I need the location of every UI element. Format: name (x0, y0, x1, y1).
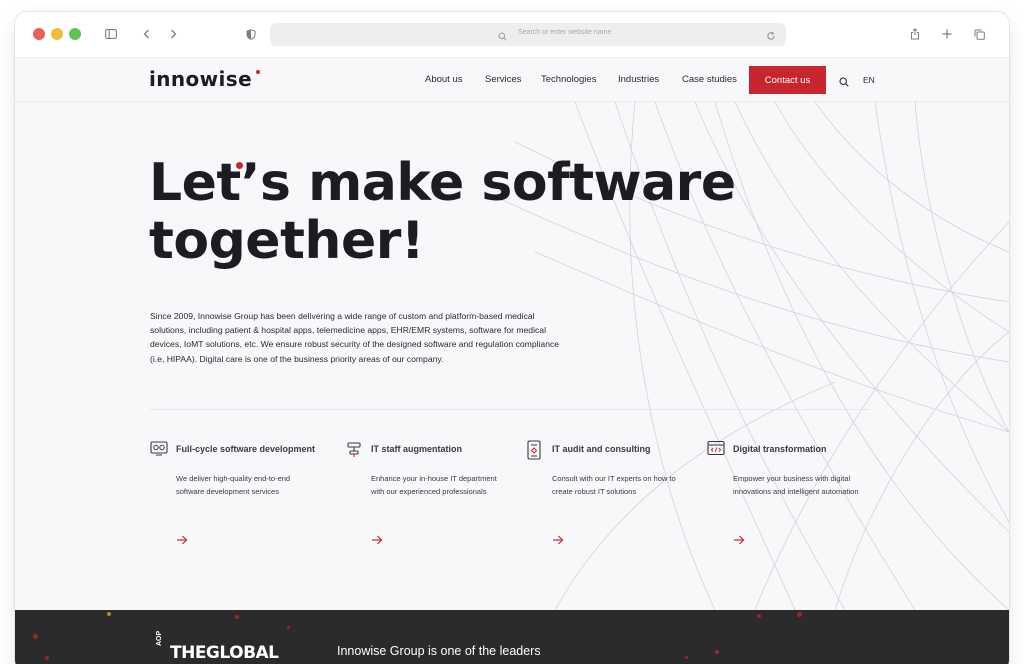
leaders-heading: Innowise Group is one of the leaders (337, 644, 541, 658)
reload-icon[interactable] (766, 28, 776, 46)
leaders-banner: AOP THEGLOBAL Innowise Group is one of t… (15, 610, 1009, 664)
sparkle-dot (287, 626, 290, 629)
sparkle-dot (757, 614, 761, 618)
minimize-window-button[interactable] (51, 28, 63, 40)
contact-us-button[interactable]: Contact us (749, 66, 826, 94)
innowise-logo[interactable]: innowise (149, 67, 252, 91)
close-window-button[interactable] (33, 28, 45, 40)
sidebar-toggle-icon[interactable] (103, 24, 119, 44)
section-divider (150, 409, 870, 410)
maximize-window-button[interactable] (69, 28, 81, 40)
nav-about-us[interactable]: About us (425, 74, 463, 85)
staff-augmentation-icon (345, 440, 363, 463)
arrow-right-icon[interactable] (371, 532, 383, 550)
browser-window: Search or enter website name innowise Ab… (15, 12, 1009, 664)
audit-consulting-icon (526, 440, 542, 465)
address-bar[interactable]: Search or enter website name (270, 23, 786, 46)
sparkle-dot (685, 656, 688, 659)
sparkle-dot (235, 615, 239, 619)
service-description: Consult with our IT experts on how to cr… (552, 474, 676, 496)
forward-icon[interactable] (167, 24, 179, 44)
sparkle-dot (33, 634, 38, 639)
service-title[interactable]: IT audit and consulting (552, 444, 651, 454)
new-tab-icon[interactable] (941, 24, 953, 44)
sparkle-dot (797, 612, 802, 617)
address-search-icon (498, 28, 507, 46)
share-icon[interactable] (909, 24, 921, 44)
browser-toolbar: Search or enter website name (15, 12, 1009, 58)
hero-headline: Let’s make software together! (149, 154, 749, 270)
global-outsourcing-badge: THEGLOBAL (170, 643, 279, 663)
site-header: innowise About us Services Technologies … (15, 58, 1009, 102)
service-title[interactable]: Full-cycle software development (176, 444, 315, 454)
nav-technologies[interactable]: Technologies (541, 74, 596, 85)
language-selector[interactable]: EN (863, 75, 875, 85)
nav-industries[interactable]: Industries (618, 74, 659, 85)
privacy-shield-icon[interactable] (245, 24, 257, 44)
arrow-right-icon[interactable] (176, 532, 188, 550)
service-title[interactable]: IT staff augmentation (371, 444, 462, 454)
tab-overview-icon[interactable] (973, 24, 985, 44)
logo-accent-dot (256, 70, 260, 74)
service-description: We deliver high-quality end-to-end softw… (176, 474, 291, 496)
sparkle-dot (107, 612, 111, 616)
back-icon[interactable] (140, 24, 152, 44)
nav-case-studies[interactable]: Case studies (682, 74, 737, 85)
arrow-right-icon[interactable] (552, 532, 564, 550)
badge-vertical-text: AOP (156, 630, 163, 646)
headline-accent-dot (236, 162, 243, 169)
address-placeholder: Search or enter website name (518, 29, 612, 36)
sparkle-dot (715, 650, 719, 654)
digital-transformation-icon (707, 440, 725, 461)
sparkle-dot (45, 656, 49, 660)
service-description: Enhance your in-house IT department with… (371, 474, 497, 496)
service-description: Empower your business with digital innov… (733, 474, 859, 496)
service-title[interactable]: Digital transformation (733, 444, 827, 454)
search-icon[interactable] (839, 74, 849, 92)
nav-services[interactable]: Services (485, 74, 521, 85)
software-development-icon (150, 440, 168, 461)
headline-line-2: together! (149, 211, 425, 271)
hero-intro-text: Since 2009, Innowise Group has been deli… (150, 311, 560, 364)
arrow-right-icon[interactable] (733, 532, 745, 550)
